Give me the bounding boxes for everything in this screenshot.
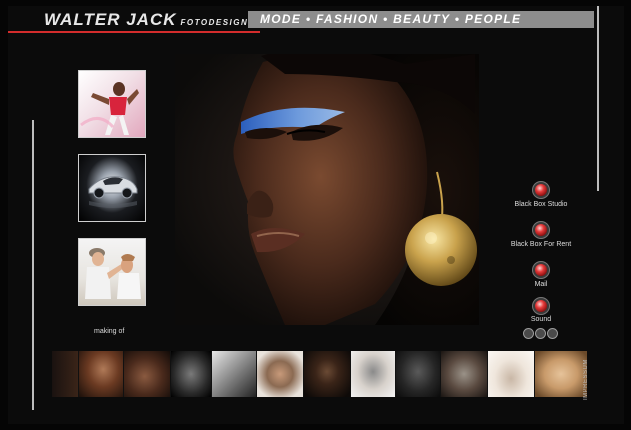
film-thumb[interactable]	[124, 351, 171, 397]
sports-car-photo-icon	[88, 176, 138, 208]
brand-name: WALTER JACK	[44, 10, 177, 29]
film-thumb[interactable]	[396, 351, 441, 397]
makeup-artist-photo-icon	[85, 248, 141, 299]
thumbnail-car[interactable]	[78, 154, 146, 222]
brand-logo[interactable]: WALTER JACK FOTODESIGN	[44, 10, 248, 30]
film-thumb[interactable]	[441, 351, 488, 397]
menu-button-black-box-studio[interactable]	[535, 184, 547, 196]
pager-dot-icon[interactable]	[535, 328, 546, 339]
film-thumb[interactable]	[488, 351, 535, 397]
menu-label-sound[interactable]: Sound	[496, 316, 586, 323]
film-thumb[interactable]	[304, 351, 351, 397]
film-thumb[interactable]	[79, 351, 124, 397]
filmstrip	[52, 351, 587, 397]
brand-underline	[8, 31, 260, 33]
menu-label-black-box-studio[interactable]: Black Box Studio	[496, 201, 586, 208]
menu-label-black-box-for-rent[interactable]: Black Box For Rent	[496, 241, 586, 248]
menu-button-black-box-for-rent[interactable]	[535, 224, 547, 236]
thumbnail-making-of[interactable]	[78, 238, 146, 306]
film-thumb[interactable]	[535, 351, 587, 397]
pager-dot-icon[interactable]	[547, 328, 558, 339]
film-thumb[interactable]	[257, 351, 304, 397]
beauty-portrait-photo-icon	[233, 54, 479, 325]
page: WALTER JACK FOTODESIGN MODE • FASHION • B…	[0, 0, 631, 430]
making-of-label[interactable]: making of	[94, 328, 124, 335]
film-thumb[interactable]	[351, 351, 396, 397]
brand-sub: FOTODESIGN	[180, 18, 249, 27]
left-divider	[32, 120, 34, 410]
film-thumb[interactable]	[52, 351, 79, 397]
pager-dot-icon[interactable]	[523, 328, 534, 339]
film-thumb[interactable]	[171, 351, 212, 397]
menu-label-mail[interactable]: Mail	[496, 281, 586, 288]
thumbnail-fashion[interactable]	[78, 70, 146, 138]
hero-image	[175, 54, 479, 325]
right-divider	[597, 6, 599, 191]
impressum-link[interactable]: IMPRESSUM	[583, 350, 591, 400]
nav-menu[interactable]: MODE • FASHION • BEAUTY • PEOPLE	[260, 11, 521, 28]
menu-button-sound[interactable]	[535, 300, 547, 312]
menu-button-mail[interactable]	[535, 264, 547, 276]
fashion-model-photo-icon	[80, 82, 139, 135]
film-thumb[interactable]	[212, 351, 257, 397]
